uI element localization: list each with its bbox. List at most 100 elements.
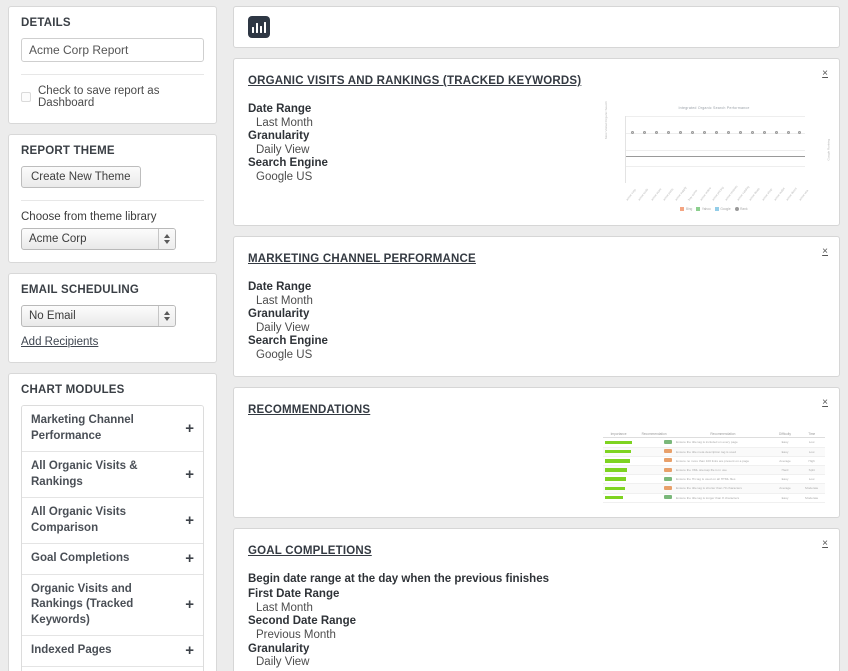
details-panel: DETAILS Check to save report as Dashboar… (8, 6, 217, 124)
column-header: Time (798, 430, 825, 439)
email-scheduling-title: EMAIL SCHEDULING (21, 284, 139, 296)
param-value: Daily View (256, 656, 310, 669)
close-icon[interactable]: × (822, 398, 828, 408)
recommendations-thumbnail[interactable]: Importance Recommendation Recommendation Di… (603, 430, 825, 503)
rank-marker (726, 131, 730, 135)
module-item-2[interactable]: All Organic Visits Comparison + (22, 498, 203, 545)
module-label: Organic Visits and Rankings (Tracked Key… (31, 582, 134, 626)
rank-marker (738, 131, 742, 135)
card-title[interactable]: MARKETING CHANNEL PERFORMANCE (248, 253, 476, 265)
param-value: Daily View (256, 321, 310, 334)
x-tick-label: acme outlet (773, 186, 786, 202)
report-name-input[interactable] (21, 38, 204, 62)
module-item-5[interactable]: Indexed Pages + (22, 636, 203, 667)
cell-recommendation: Ensure the title tag is included on ever… (674, 437, 772, 448)
status-chip (664, 458, 673, 463)
table-row[interactable]: Ensure no more than 100 links are presen… (603, 456, 825, 466)
legend-swatch (680, 207, 685, 211)
x-tick-label: acme catalog (736, 184, 751, 202)
bar (263, 22, 267, 33)
chevron-down-icon (164, 240, 170, 244)
plus-icon[interactable]: + (185, 643, 194, 658)
add-recipients-link[interactable]: Add Recipients (21, 336, 98, 348)
cell-time: Moderate (798, 483, 825, 494)
checkbox-icon[interactable] (21, 92, 31, 102)
card-body: Date Range Last Month Granularity Daily … (248, 101, 831, 211)
save-dashboard-checkbox-row[interactable]: Check to save report as Dashboard (21, 85, 204, 111)
status-chip (664, 467, 673, 472)
importance-bar (605, 449, 631, 454)
card-title[interactable]: ORGANIC VISITS AND RANKINGS (TRACKED KEY… (248, 75, 581, 87)
status-chip (664, 439, 673, 444)
chart-ylabel: Most Visited Organic Search (604, 101, 608, 139)
cell-importance (603, 474, 635, 485)
details-panel-title: DETAILS (21, 17, 71, 29)
table-row[interactable]: Ensure the title tag is longer than 8 ch… (603, 493, 825, 503)
close-icon[interactable]: × (822, 69, 828, 79)
module-label: Marketing Channel Performance (31, 414, 134, 442)
toolbar-card (233, 6, 840, 48)
module-item-3[interactable]: Goal Completions + (22, 544, 203, 575)
x-tick-label: acme shop (760, 187, 773, 202)
cell-chip (634, 456, 675, 466)
chevron-up-icon (164, 234, 170, 238)
card-marketing-channel-performance: MARKETING CHANNEL PERFORMANCE × Date Ran… (233, 236, 840, 378)
recommendations-table: Importance Recommendation Recommendation Di… (603, 430, 825, 503)
theme-library-select[interactable]: Acme Corp (21, 228, 176, 250)
legend-swatch (714, 207, 719, 211)
module-item-0[interactable]: Marketing Channel Performance + (22, 406, 203, 453)
cell-difficulty: Hard (771, 465, 799, 476)
plus-icon[interactable]: + (185, 421, 194, 436)
legend-item: Rank (734, 207, 748, 211)
create-new-theme-button[interactable]: Create New Theme (21, 166, 141, 188)
x-tick-label: acme direct (785, 186, 799, 202)
module-item-6[interactable]: Inbound Links Stats + (22, 666, 203, 671)
chevron-up-icon (164, 311, 170, 315)
table-row[interactable]: Ensure the H1 tag is used on all HTML fi… (603, 474, 825, 485)
card-title[interactable]: GOAL COMPLETIONS (248, 545, 372, 557)
card-note: Begin date range at the day when the pre… (248, 572, 549, 585)
card-body: Begin date range at the day when the pre… (248, 573, 825, 670)
x-tick-label: acme pricing (711, 185, 726, 202)
card-body: Importance Recommendation Recommendation Di… (248, 430, 825, 503)
plus-icon[interactable]: + (185, 597, 194, 612)
param-key: Search Engine (248, 335, 328, 348)
legend-label: Rank (740, 207, 748, 211)
close-icon[interactable]: × (822, 538, 828, 549)
plus-icon[interactable]: + (185, 467, 194, 482)
x-tick-label: acme corp (625, 187, 637, 202)
cell-difficulty: Easy (771, 493, 799, 503)
legend-item: Google (714, 207, 731, 211)
cell-difficulty: Average (771, 456, 799, 466)
bar-chart-icon[interactable] (248, 16, 270, 38)
cell-recommendation: Ensure the H1 tag is used on all HTML fi… (674, 474, 772, 485)
table-row[interactable]: Ensure the XML sitemap file is in use Har… (603, 465, 825, 476)
card-goal-completions: GOAL COMPLETIONS × Begin date range at t… (233, 527, 840, 671)
table-row[interactable]: Ensure the title tag is shorter than 70 … (603, 483, 825, 494)
plus-icon[interactable]: + (185, 513, 194, 528)
table-row[interactable]: Ensure the title meta description tag is… (603, 447, 825, 457)
table-row[interactable]: Ensure the title tag is included on ever… (603, 437, 825, 448)
divider (21, 200, 204, 201)
cell-difficulty: Easy (771, 447, 799, 457)
column-header: Recommendation (674, 430, 772, 439)
module-item-1[interactable]: All Organic Visits & Rankings + (22, 452, 203, 499)
cell-difficulty: Average (771, 483, 799, 494)
chart-thumbnail[interactable]: Integrated Organic Search Performance Mo… (603, 101, 831, 211)
save-dashboard-label: Check to save report as Dashboard (38, 85, 160, 109)
module-label: All Organic Visits & Rankings (31, 460, 138, 488)
stepper-arrows-icon[interactable] (158, 229, 175, 249)
stepper-arrows-icon[interactable] (158, 306, 175, 326)
cell-importance (603, 447, 635, 457)
email-schedule-select[interactable]: No Email (21, 305, 176, 327)
module-item-4[interactable]: Organic Visits and Rankings (Tracked Key… (22, 574, 203, 637)
cell-time: Low (798, 474, 825, 485)
close-icon[interactable]: × (822, 247, 828, 257)
param-value: Last Month (256, 294, 313, 307)
cell-chip (634, 465, 675, 476)
importance-bar (605, 440, 632, 445)
status-chip (664, 449, 673, 454)
plus-icon[interactable]: + (185, 551, 194, 566)
importance-bar (605, 459, 630, 463)
card-title[interactable]: RECOMMENDATIONS (248, 404, 370, 416)
